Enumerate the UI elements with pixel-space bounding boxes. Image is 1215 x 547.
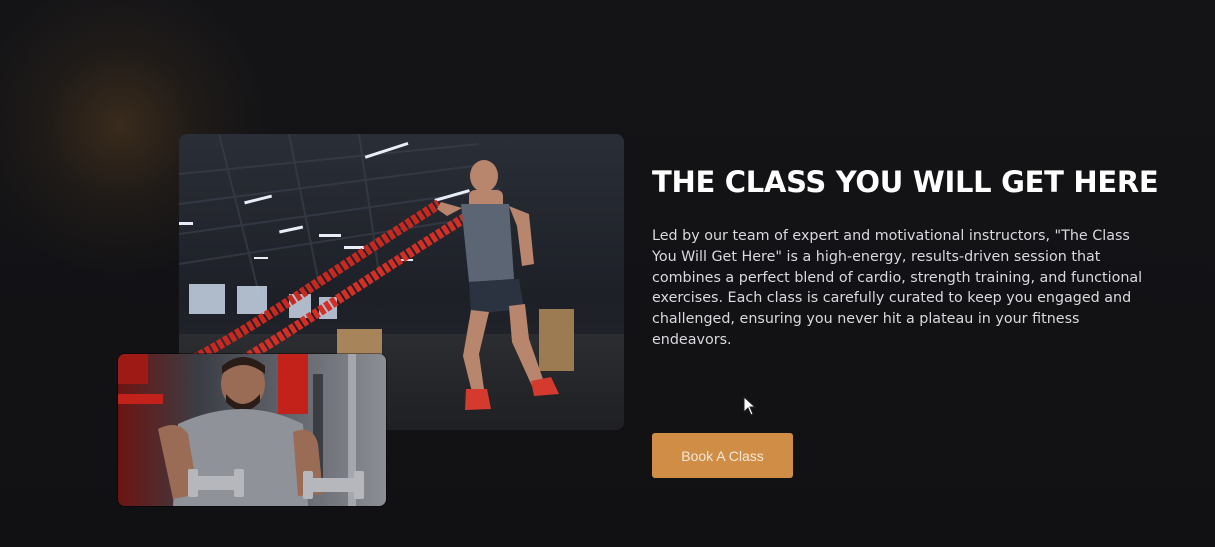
class-section: THE CLASS YOU WILL GET HERE Led by our t… xyxy=(0,0,1215,547)
book-class-button[interactable]: Book A Class xyxy=(652,433,793,478)
cursor-icon xyxy=(743,396,757,416)
class-content: THE CLASS YOU WILL GET HERE Led by our t… xyxy=(652,158,1172,351)
section-description: Led by our team of expert and motivation… xyxy=(652,228,1143,348)
section-heading: THE CLASS YOU WILL GET HERE xyxy=(652,165,1159,199)
dumbbell-curl-photo xyxy=(118,354,386,506)
